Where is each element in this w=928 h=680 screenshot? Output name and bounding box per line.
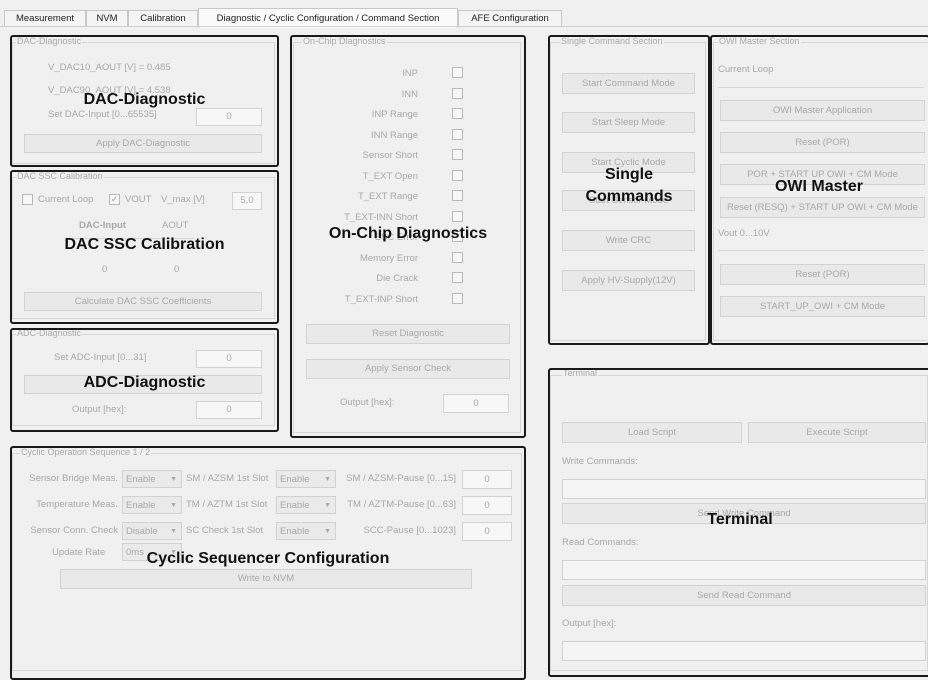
tab-underline xyxy=(0,26,928,27)
terminal-overlay: Terminal xyxy=(707,511,773,528)
single-commands-overlay-2: Commands xyxy=(585,188,673,205)
tab-nvm[interactable]: NVM xyxy=(86,10,128,27)
cyclic-overlay: Cyclic Sequencer Configuration xyxy=(146,550,390,567)
single-commands-overlay-1: Single xyxy=(604,166,653,183)
dac-ssc-overlay: DAC SSC Calibration xyxy=(64,236,225,253)
adc-diagnostic-overlay: ADC-Diagnostic xyxy=(83,374,206,391)
tab-afe-configuration[interactable]: AFE Configuration xyxy=(458,10,562,27)
tab-bar: Measurement NVM Calibration Diagnostic /… xyxy=(0,8,928,28)
dac-diagnostic-overlay: DAC-Diagnostic xyxy=(83,91,206,108)
tab-measurement[interactable]: Measurement xyxy=(4,10,86,27)
owi-master-overlay: OWI Master xyxy=(774,178,863,195)
tab-calibration[interactable]: Calibration xyxy=(128,10,198,27)
onchip-overlay: On-Chip Diagnostics xyxy=(328,225,488,242)
tab-diagnostic[interactable]: Diagnostic / Cyclic Configuration / Comm… xyxy=(198,8,458,28)
